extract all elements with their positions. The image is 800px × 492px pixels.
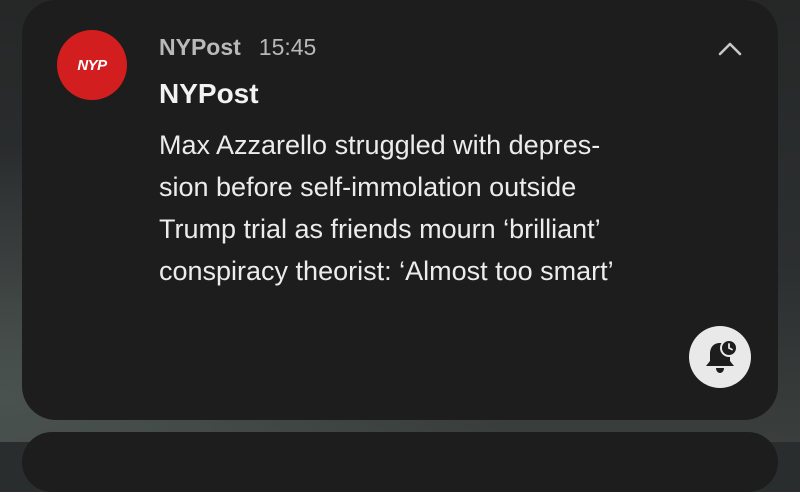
- next-notification-card[interactable]: [22, 432, 778, 492]
- nypost-logo-text: NYP: [77, 56, 107, 74]
- bell-snooze-icon: [706, 339, 738, 373]
- notification-header: NYPost 15:45: [159, 34, 316, 61]
- notification-body-line: conspiracy theorist: ‘Almost too smart’: [159, 256, 614, 286]
- notification-body-line: sion before self-immolation outside: [159, 172, 577, 202]
- snooze-button[interactable]: [689, 326, 751, 388]
- nypost-app-icon: NYP: [57, 30, 127, 100]
- notification-card[interactable]: NYP NYPost 15:45 NYPost Max Azzarello st…: [22, 0, 778, 420]
- collapse-button[interactable]: [712, 34, 748, 64]
- notification-time: 15:45: [258, 34, 317, 60]
- chevron-up-icon: [718, 42, 742, 56]
- notification-body-line: Max Azzarello struggled with depres-: [159, 130, 601, 160]
- notification-body: Max Azzarello struggled with depres- sio…: [159, 124, 719, 292]
- notification-title: NYPost: [159, 78, 259, 109]
- notification-body-line: Trump trial as friends mourn ‘brilliant’: [159, 214, 601, 244]
- app-name-label: NYPost: [159, 34, 241, 60]
